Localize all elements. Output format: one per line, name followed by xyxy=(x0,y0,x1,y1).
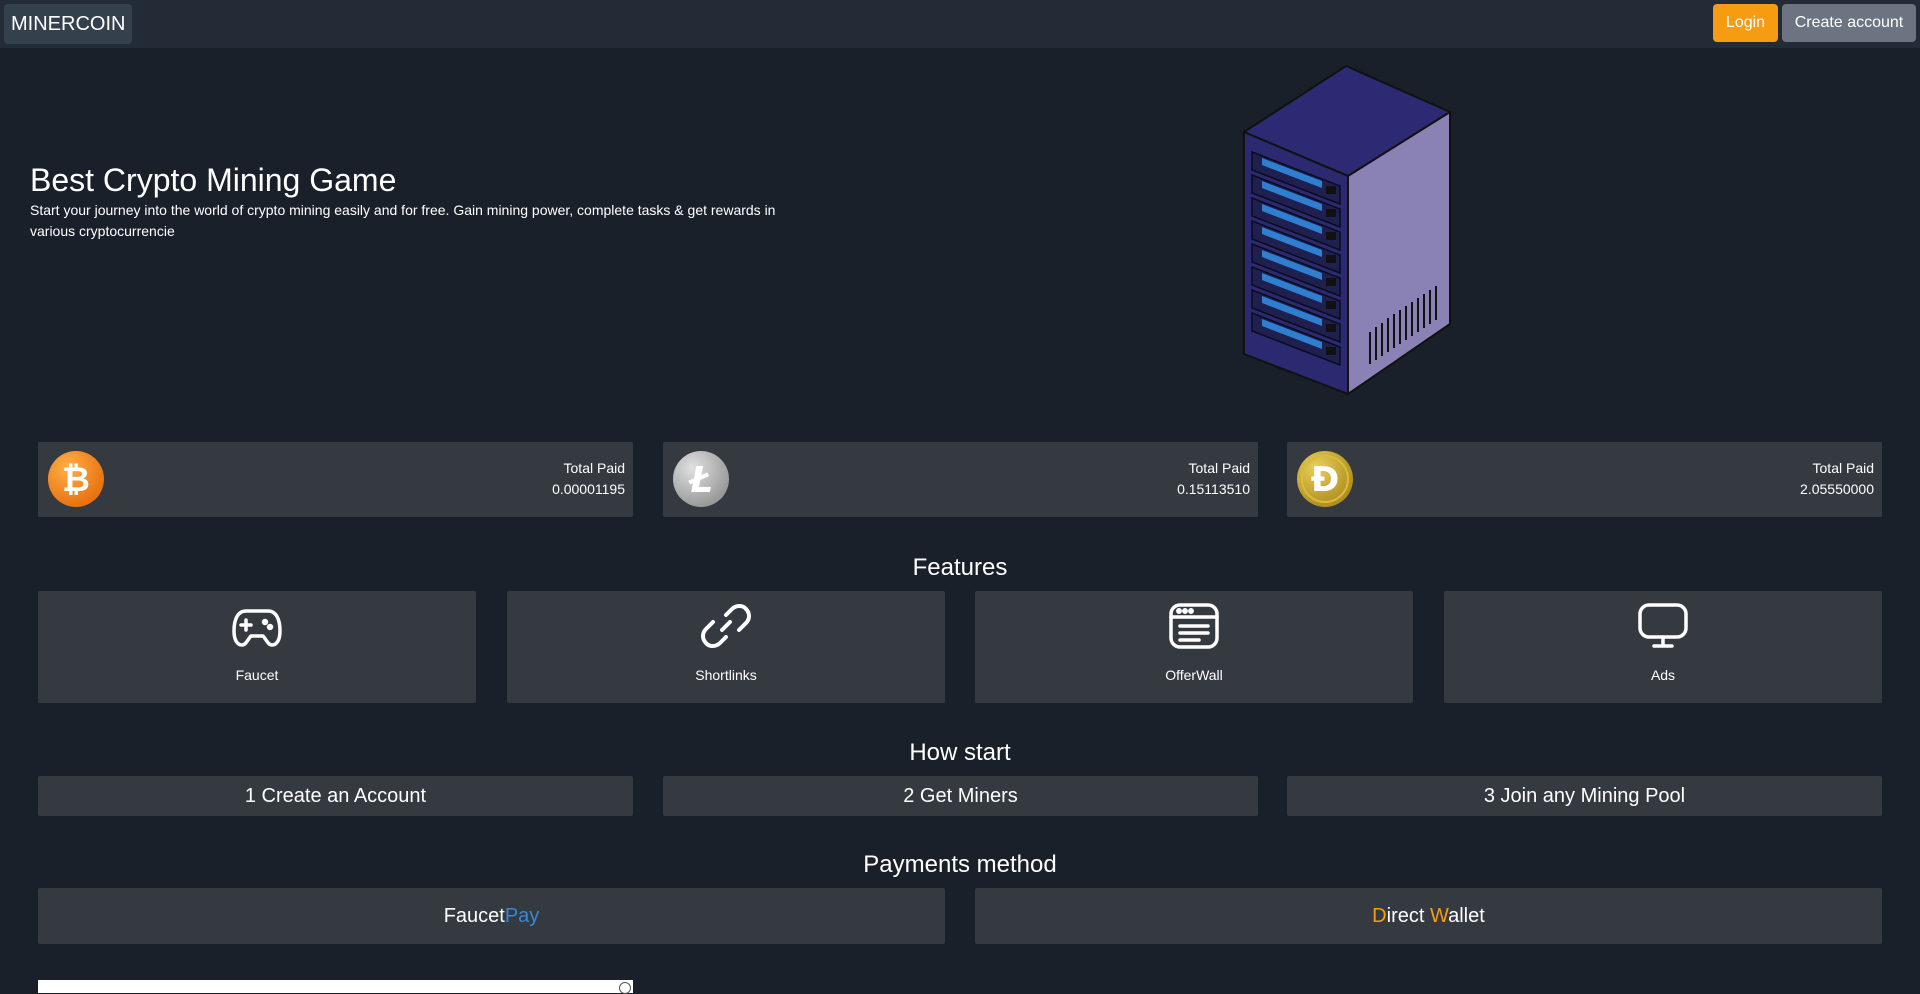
step-join-pool: 3 Join any Mining Pool xyxy=(1287,776,1882,816)
browser-window-icon xyxy=(1169,603,1219,649)
stat-value: 2.05550000 xyxy=(1800,481,1874,497)
feature-card-offerwall[interactable]: OfferWall xyxy=(975,591,1413,703)
ad-choices-icon[interactable] xyxy=(619,982,631,994)
stat-label: Total Paid xyxy=(1188,460,1250,476)
stat-label: Total Paid xyxy=(563,460,625,476)
how-start-title: How start xyxy=(909,739,1011,766)
feature-card-ads[interactable]: Ads xyxy=(1444,591,1882,703)
litecoin-icon: Ł xyxy=(673,451,729,507)
stat-card-litecoin: Ł Total Paid 0.15113510 xyxy=(663,442,1258,517)
stat-card-dogecoin: Đ Total Paid 2.05550000 xyxy=(1287,442,1882,517)
payment-direct-wallet: Direct Wallet xyxy=(975,888,1882,944)
direct-wallet-irect: irect xyxy=(1386,905,1430,927)
hero-subtitle: Start your journey into the world of cry… xyxy=(30,202,776,239)
features-title: Features xyxy=(912,554,1008,581)
direct-wallet-w: W xyxy=(1429,905,1449,927)
svg-text:Ł: Ł xyxy=(688,460,713,501)
dogecoin-icon: Đ xyxy=(1297,451,1353,507)
hero-title: Best Crypto Mining Game xyxy=(30,162,397,198)
payments-title: Payments method xyxy=(863,851,1057,878)
step-create-account: 1 Create an Account xyxy=(38,776,633,816)
login-button[interactable]: Login xyxy=(1713,4,1778,42)
stat-label: Total Paid xyxy=(1812,460,1874,476)
brand-logo[interactable]: MINERCOIN xyxy=(4,4,133,44)
feature-label: Faucet xyxy=(235,667,279,683)
stat-value: 0.15113510 xyxy=(1177,481,1250,497)
faucetpay-part2: Pay xyxy=(504,905,540,927)
feature-label: Ads xyxy=(1650,667,1676,683)
navbar: MINERCOIN Login Create account xyxy=(0,0,1920,48)
payment-faucetpay: FaucetPay xyxy=(38,888,945,944)
ad-banner[interactable] xyxy=(38,980,633,994)
svg-text:Đ: Đ xyxy=(1311,460,1340,500)
faucetpay-part1: Faucet xyxy=(443,905,505,927)
create-account-button[interactable]: Create account xyxy=(1782,4,1916,42)
feature-card-faucet[interactable]: Faucet xyxy=(38,591,476,703)
link-icon xyxy=(701,604,751,648)
feature-label: OfferWall xyxy=(1165,667,1223,683)
stat-value: 0.00001195 xyxy=(552,481,625,497)
feature-card-shortlinks[interactable]: Shortlinks xyxy=(507,591,945,703)
direct-wallet-allet: allet xyxy=(1448,905,1485,927)
stat-card-bitcoin: ₿ Total Paid 0.00001195 xyxy=(38,442,633,517)
bitcoin-icon: ₿ xyxy=(48,451,104,507)
svg-text:₿: ₿ xyxy=(62,460,90,500)
gamepad-icon xyxy=(232,609,282,647)
server-rack-illustration xyxy=(1241,64,1453,396)
monitor-icon xyxy=(1638,603,1688,648)
feature-label: Shortlinks xyxy=(695,667,757,683)
direct-wallet-d: D xyxy=(1372,905,1387,927)
step-get-miners: 2 Get Miners xyxy=(663,776,1258,816)
